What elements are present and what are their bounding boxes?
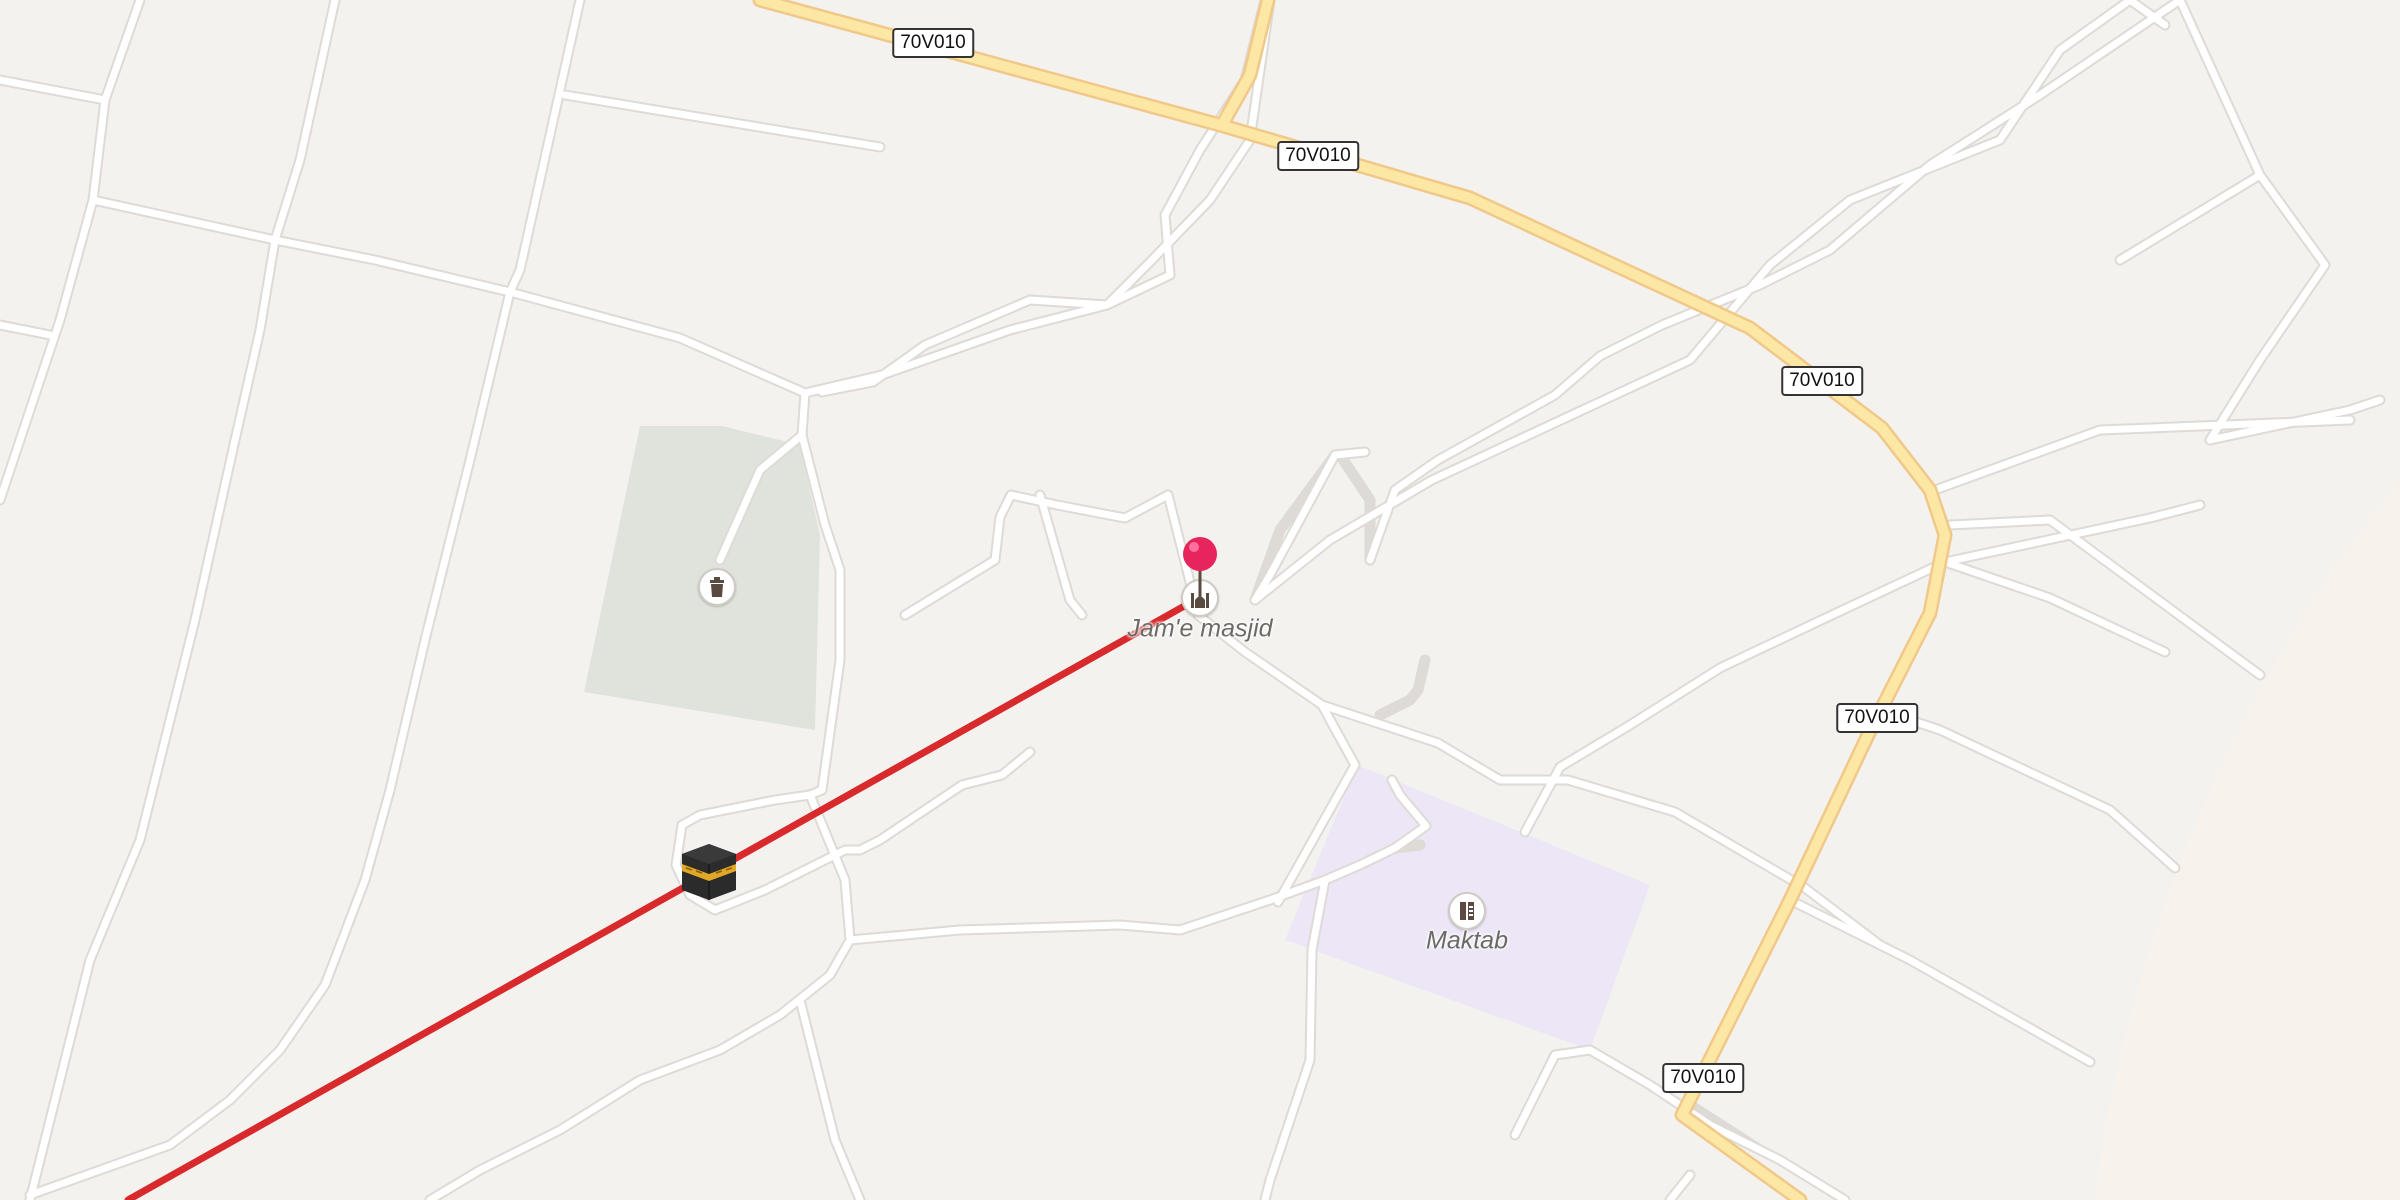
road-shield-70v010[interactable]: 70V010 bbox=[892, 28, 974, 58]
road-shield-70v010[interactable]: 70V010 bbox=[1277, 141, 1359, 171]
cemetery-icon[interactable] bbox=[698, 568, 736, 606]
kaaba-icon[interactable] bbox=[680, 842, 738, 906]
location-pin-icon[interactable] bbox=[1180, 534, 1220, 606]
school-label: Maktab bbox=[1426, 926, 1508, 955]
road-shield-70v010[interactable]: 70V010 bbox=[1662, 1063, 1744, 1093]
school-icon[interactable] bbox=[1448, 892, 1486, 930]
road-shield-70v010[interactable]: 70V010 bbox=[1836, 703, 1918, 733]
road-shield-70v010[interactable]: 70V010 bbox=[1781, 366, 1863, 396]
mosque-label: Jam'e masjid bbox=[1127, 614, 1273, 643]
